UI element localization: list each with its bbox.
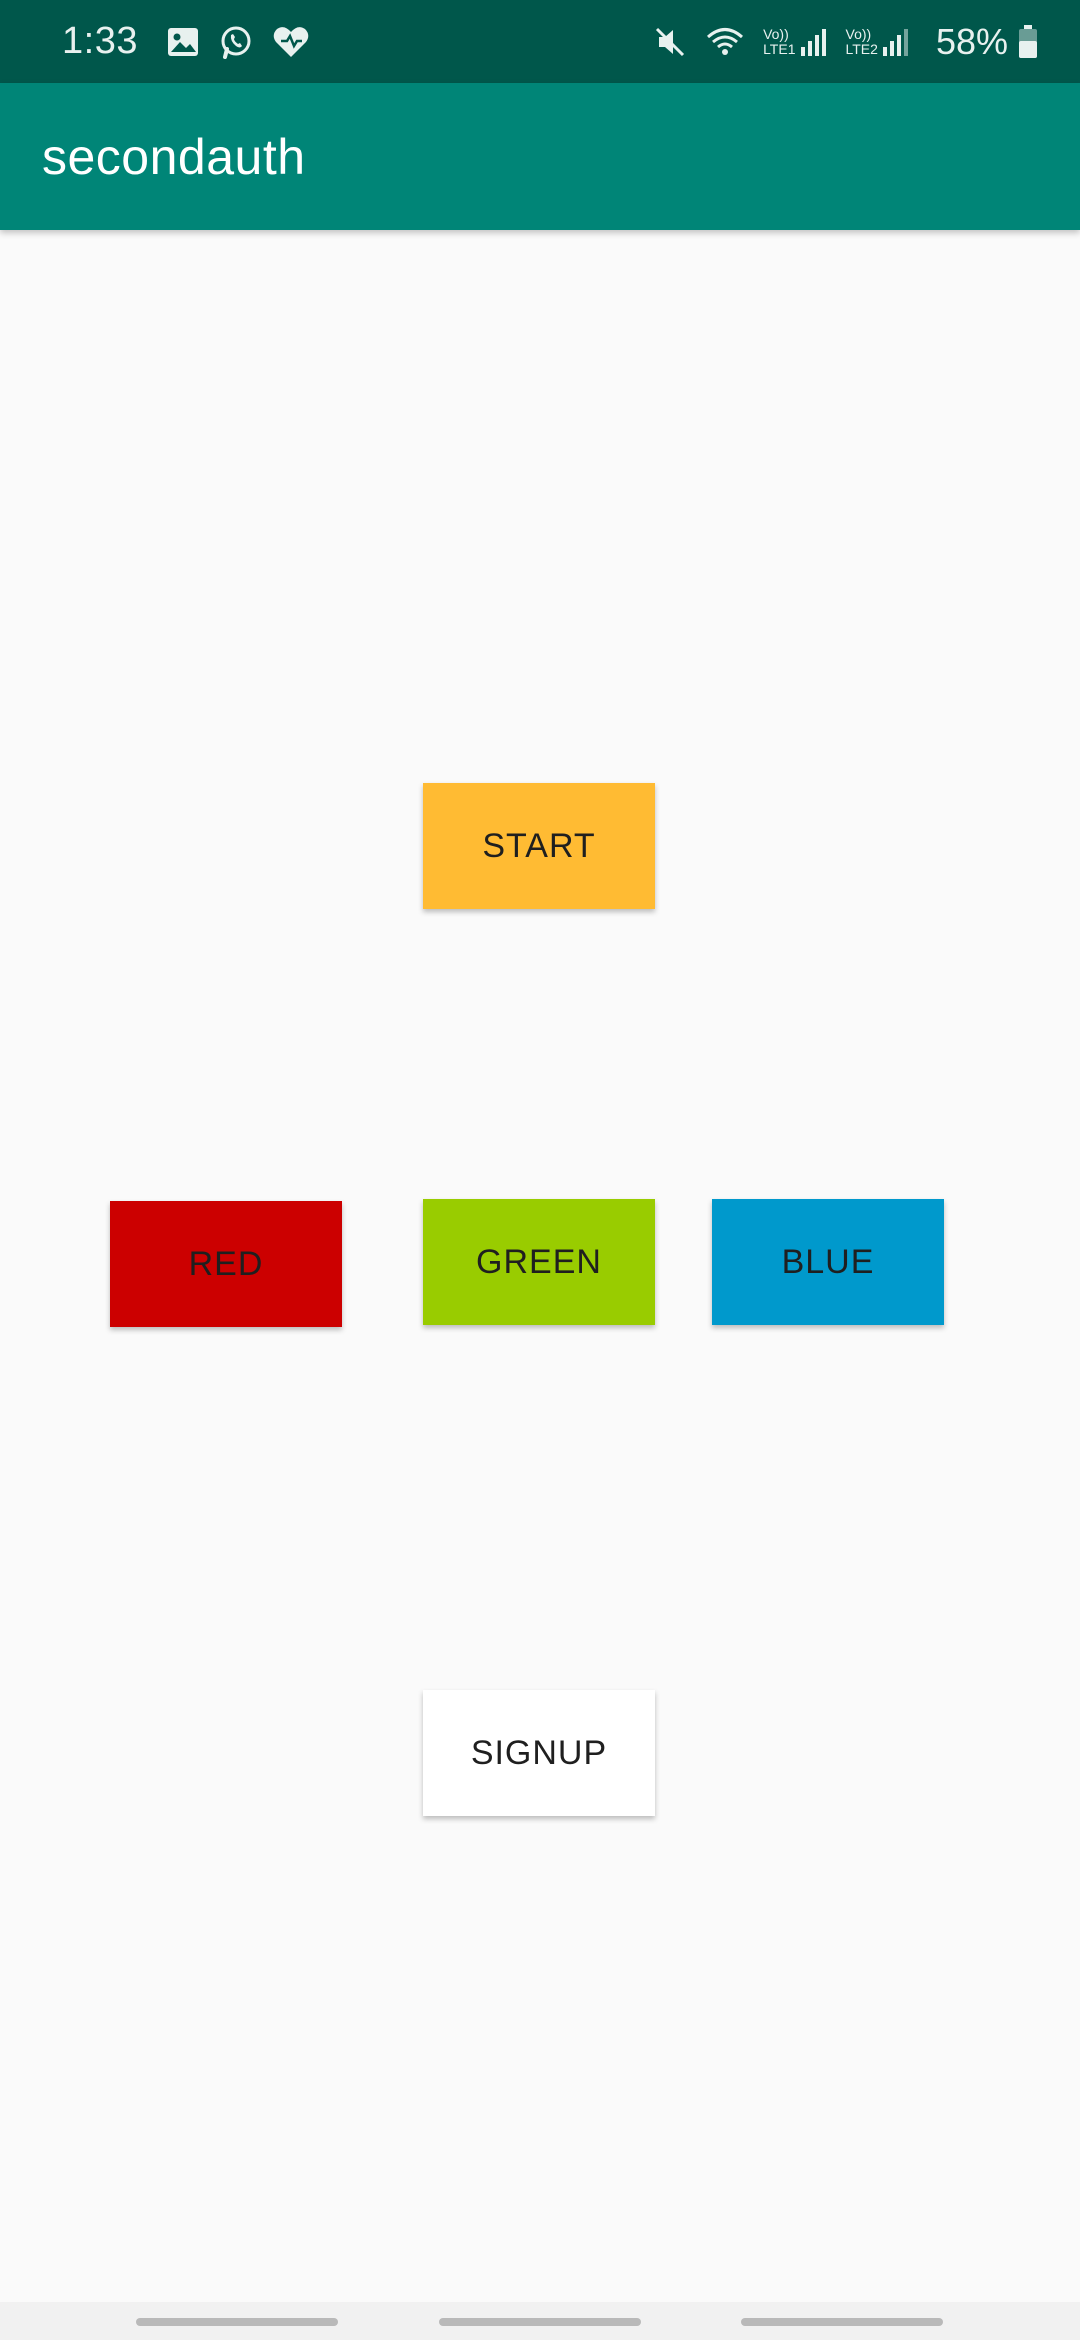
sim1-lte-label: LTE1 [763,40,796,57]
gallery-icon [166,26,200,58]
status-bar-left: 1:33 [62,20,328,63]
health-heart-icon [272,25,310,59]
nav-recents-gesture[interactable] [136,2318,338,2326]
status-bar: 1:33 Vo)) LTE1 Vo)) LTE2 58% [0,0,1080,83]
start-button[interactable]: START [423,783,655,909]
sim1-network: Vo)) LTE1 [763,25,796,57]
signal-icon [882,27,910,57]
sim2-network: Vo)) LTE2 [845,25,878,57]
screen: 1:33 Vo)) LTE1 Vo)) LTE2 58% secondauth … [0,0,1080,2340]
battery-icon [1018,24,1038,59]
wifi-icon [705,25,745,59]
app-bar: secondauth [0,83,1080,230]
signal-icon [800,27,828,57]
sim2-volte-label: Vo)) [845,25,872,42]
nav-home-gesture[interactable] [439,2318,641,2326]
sim1-volte-label: Vo)) [763,25,789,42]
battery-percent: 58% [935,20,1008,62]
navigation-bar [0,2302,1080,2340]
nav-back-gesture[interactable] [741,2318,943,2326]
mute-icon [653,25,687,59]
sim2-lte-label: LTE2 [845,40,878,57]
red-button[interactable]: RED [110,1201,342,1327]
app-title: secondauth [42,128,306,185]
status-bar-right: Vo)) LTE1 Vo)) LTE2 58% [653,21,1038,63]
status-time: 1:33 [62,20,138,62]
whatsapp-icon [218,24,254,60]
blue-button[interactable]: BLUE [712,1199,944,1325]
signup-button[interactable]: SIGNUP [423,1690,655,1816]
green-button[interactable]: GREEN [423,1199,655,1325]
